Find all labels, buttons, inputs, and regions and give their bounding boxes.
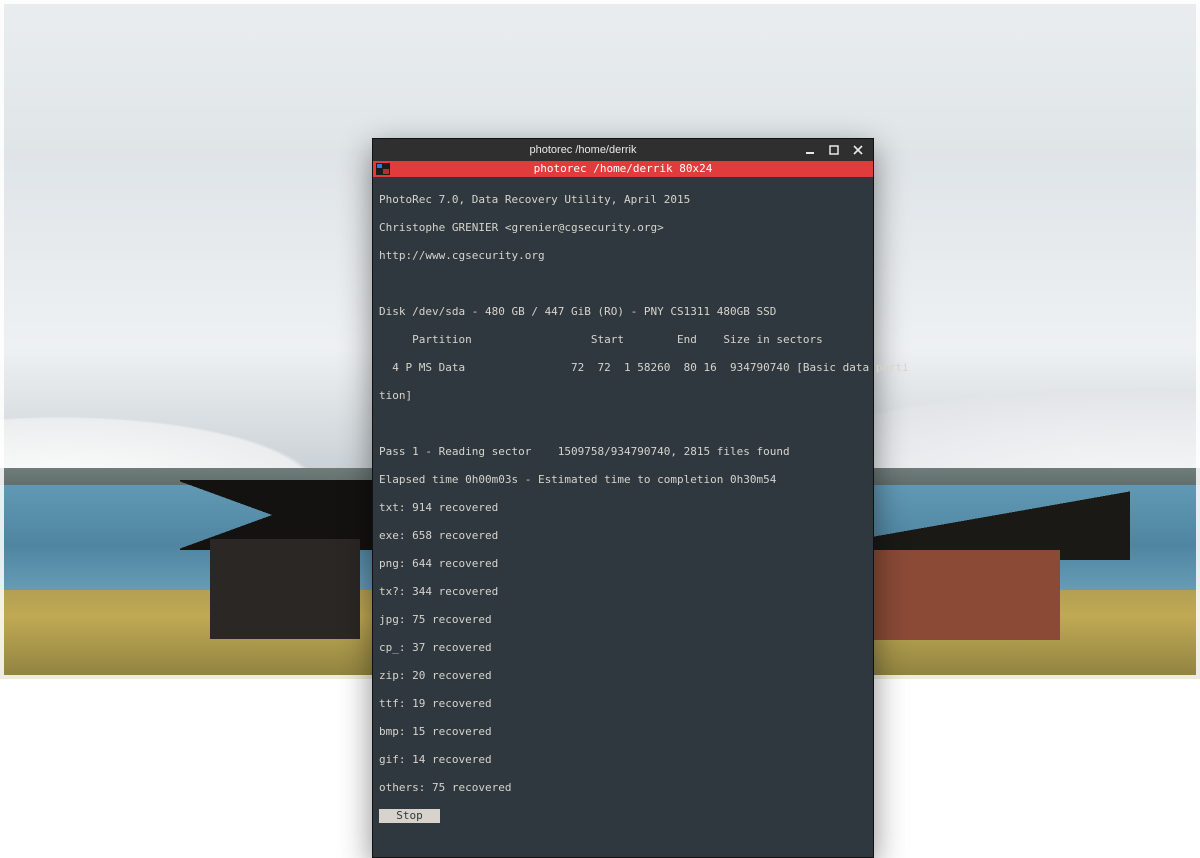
- term-line: Christophe GRENIER <grenier@cgsecurity.o…: [379, 221, 867, 235]
- minimize-button[interactable]: [799, 141, 821, 159]
- terminal-app-icon: [375, 162, 391, 176]
- term-line: tion]: [379, 389, 867, 403]
- window-controls: [793, 141, 873, 159]
- terminal-tab-title: photorec /home/derrik 80x24: [395, 161, 873, 177]
- maximize-icon: [829, 145, 839, 155]
- term-line: ttf: 19 recovered: [379, 697, 867, 711]
- term-line: Elapsed time 0h00m03s - Estimated time t…: [379, 473, 867, 487]
- term-line: http://www.cgsecurity.org: [379, 249, 867, 263]
- term-line: bmp: 15 recovered: [379, 725, 867, 739]
- window-title: photorec /home/derrik: [373, 139, 793, 161]
- term-line: Partition Start End Size in sectors: [379, 333, 867, 347]
- close-button[interactable]: [847, 141, 869, 159]
- term-line: cp_: 37 recovered: [379, 641, 867, 655]
- terminal-tab-bar: photorec /home/derrik 80x24: [373, 161, 873, 177]
- minimize-icon: [805, 145, 815, 155]
- terminal-output[interactable]: PhotoRec 7.0, Data Recovery Utility, Apr…: [373, 177, 873, 857]
- term-line: zip: 20 recovered: [379, 669, 867, 683]
- close-icon: [853, 145, 863, 155]
- term-line: txt: 914 recovered: [379, 501, 867, 515]
- term-line: PhotoRec 7.0, Data Recovery Utility, Apr…: [379, 193, 867, 207]
- terminal-window: photorec /home/derrik: [372, 138, 874, 858]
- term-line: others: 75 recovered: [379, 781, 867, 795]
- term-line: [379, 417, 867, 431]
- term-line: png: 644 recovered: [379, 557, 867, 571]
- term-line: gif: 14 recovered: [379, 753, 867, 767]
- term-line: 4 P MS Data 72 72 1 58260 80 16 93479074…: [379, 361, 867, 375]
- term-line: tx?: 344 recovered: [379, 585, 867, 599]
- term-line: jpg: 75 recovered: [379, 613, 867, 627]
- term-line: [379, 277, 867, 291]
- term-line: Stop: [379, 809, 867, 823]
- stop-button[interactable]: Stop: [379, 809, 440, 823]
- term-line: Disk /dev/sda - 480 GB / 447 GiB (RO) - …: [379, 305, 867, 319]
- maximize-button[interactable]: [823, 141, 845, 159]
- term-line: exe: 658 recovered: [379, 529, 867, 543]
- window-titlebar[interactable]: photorec /home/derrik: [373, 139, 873, 161]
- term-line: Pass 1 - Reading sector 1509758/93479074…: [379, 445, 867, 459]
